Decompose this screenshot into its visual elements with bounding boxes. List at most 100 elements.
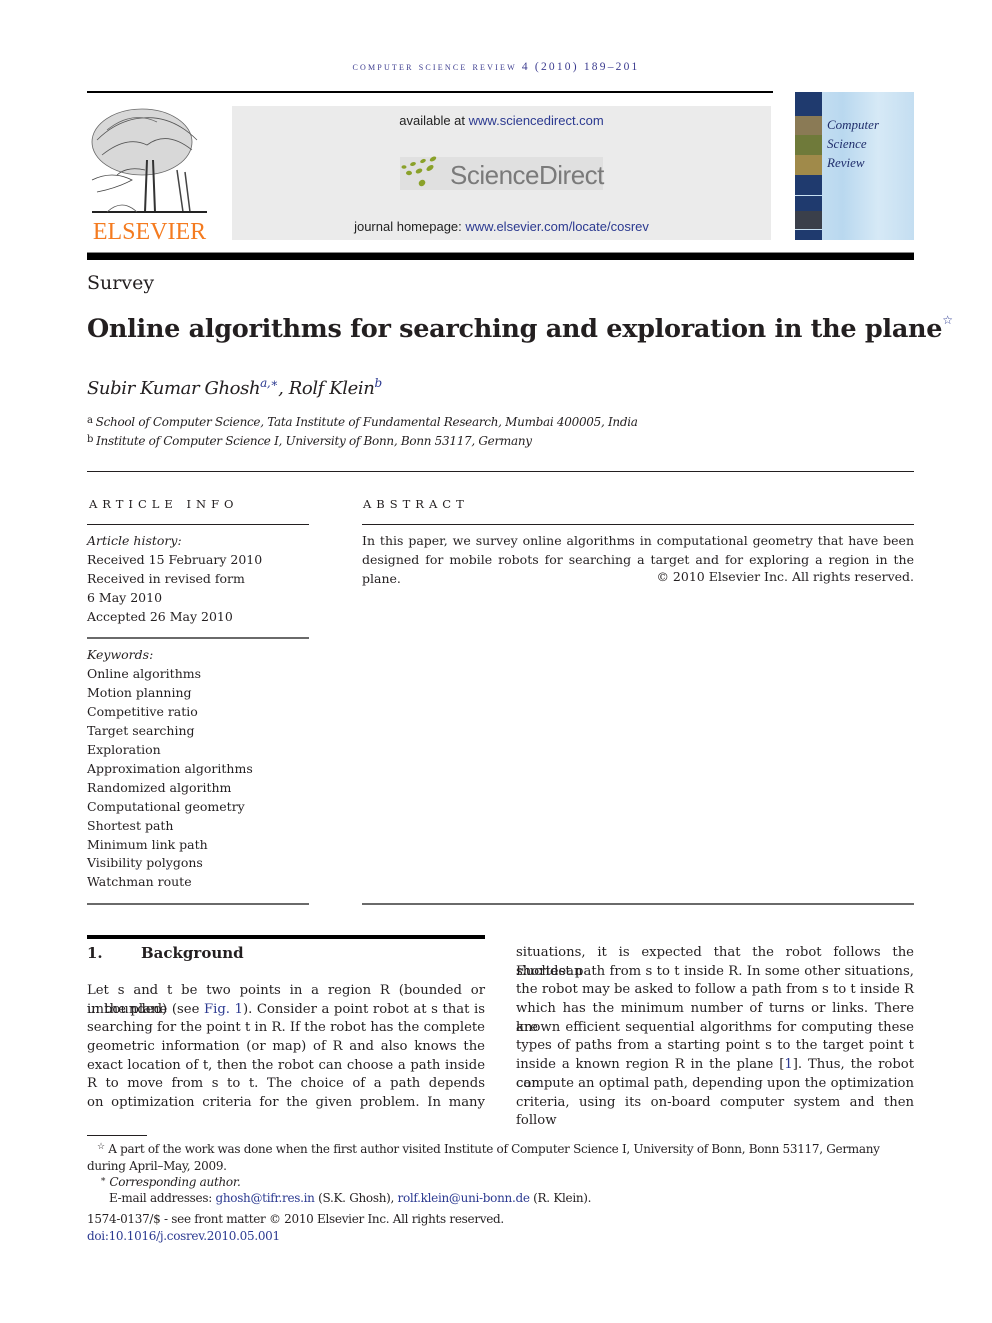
body-text-line: Let s and t be two points in a region R … — [87, 982, 485, 1017]
author-affiliation-marks[interactable]: a,∗ — [260, 376, 278, 390]
keyword: Minimum link path — [87, 837, 208, 852]
doi-text[interactable]: doi:10.1016/j.cosrev.2010.05.001 — [87, 1229, 280, 1243]
abstract-heading: ABSTRACT — [363, 497, 469, 511]
history-item: Accepted 26 May 2010 — [87, 609, 233, 624]
sciencedirect-dots-icon — [401, 156, 437, 187]
body-text: ). Consider a point robot at s that is — [242, 1001, 485, 1017]
corresponding-mark: ∗ — [100, 1175, 106, 1185]
cover-title-line-3: Review — [827, 155, 865, 170]
section-title: Background — [141, 944, 244, 962]
keyword: Approximation algorithms — [87, 761, 253, 776]
body-text: shortest path from s to t inside R. In s… — [516, 963, 914, 979]
email-addresses: E-mail addresses: ghosh@tifr.res.in (S.K… — [109, 1191, 591, 1205]
body-text-line: which has the minimum number of turns or… — [516, 1000, 914, 1035]
keyword: Watchman route — [87, 874, 192, 889]
article-history-label: Article history: — [87, 533, 182, 548]
journal-homepage-link[interactable]: www.elsevier.com/locate/cosrev — [465, 219, 649, 234]
available-at-label: available at — [399, 113, 469, 128]
title-footnote-text: A part of the work was done when the fir… — [104, 1142, 880, 1156]
cover-photo-2 — [795, 135, 822, 155]
body-text-line: the robot may be asked to follow a path … — [516, 981, 914, 1000]
body-text: inside a known region R in the plane [ — [516, 1057, 785, 1073]
article-info-heading: ARTICLE INFO — [89, 497, 239, 511]
available-at-line: available at www.sciencedirect.com — [232, 113, 771, 128]
author-separator: , — [278, 378, 289, 399]
cover-band-3 — [795, 230, 822, 240]
keyword: Motion planning — [87, 685, 192, 700]
email-link-klein[interactable]: rolf.klein@uni-bonn.de — [398, 1191, 530, 1205]
body-text: on optimization criteria for the given p… — [87, 1095, 485, 1111]
body-text: known efficient sequential algorithms fo… — [516, 1019, 914, 1035]
cover-title-line-2: Science — [827, 136, 867, 151]
cover-elsevier-block — [795, 92, 822, 116]
email-link-ghosh[interactable]: ghosh@tifr.res.in — [215, 1191, 314, 1205]
author-affiliation-marks[interactable]: b — [374, 376, 382, 390]
section-rule — [87, 935, 485, 939]
author-name: Subir Kumar Ghosh — [87, 378, 261, 399]
cover-band-2 — [795, 196, 822, 211]
section-number: 1. — [87, 944, 103, 962]
body-text-line: known efficient sequential algorithms fo… — [516, 1019, 914, 1038]
cover-title-line-1: Computer — [827, 117, 879, 132]
email-label: E-mail addresses: — [109, 1191, 216, 1205]
reference-link[interactable]: Fig. 1 — [204, 1002, 243, 1017]
title-block-rule — [87, 471, 914, 472]
author-list: Subir Kumar Ghosha,∗, Rolf Kleinb — [87, 376, 382, 399]
body-text-line: in the plane (see Fig. 1). Consider a po… — [87, 1001, 485, 1020]
affiliation-mark: a — [87, 415, 93, 426]
body-text-line: criteria, using its on-board computer sy… — [516, 1094, 914, 1129]
journal-cover-image: Computer Science Review — [795, 92, 914, 240]
body-text-line: types of paths from a starting point s t… — [516, 1037, 914, 1056]
title-footnote-mark[interactable]: ☆ — [942, 313, 953, 327]
journal-homepage-label: journal homepage: — [354, 219, 466, 234]
keywords-rule — [87, 903, 309, 905]
body-text-line: exact location of t, then the robot can … — [87, 1057, 485, 1076]
article-type: Survey — [87, 272, 155, 294]
sciencedirect-link[interactable]: www.sciencedirect.com — [469, 113, 604, 128]
body-text-line: shortest path from s to t inside R. In s… — [516, 963, 914, 982]
author-name: Rolf Klein — [288, 378, 375, 399]
keywords-label: Keywords: — [87, 647, 154, 662]
title-footnote-cont: during April–May, 2009. — [87, 1159, 227, 1173]
body-text: criteria, using its on-board computer sy… — [516, 1094, 914, 1129]
keyword: Shortest path — [87, 818, 174, 833]
email-owner: (R. Klein). — [529, 1191, 592, 1205]
title-footnote: ☆ A part of the work was done when the f… — [97, 1142, 880, 1156]
body-text-line: on optimization criteria for the given p… — [87, 1094, 485, 1113]
body-column-right: situations, it is expected that the robo… — [516, 944, 914, 1129]
article-info-rule — [87, 524, 309, 525]
body-text-line: geometric information (or map) of R and … — [87, 1038, 485, 1057]
body-text: R to move from s to t. The choice of a p… — [87, 1076, 485, 1092]
footnote-rule — [87, 1135, 147, 1136]
history-rule — [87, 637, 309, 639]
keyword: Exploration — [87, 742, 161, 757]
top-rule — [87, 91, 773, 93]
email-owner: (S.K. Ghosh), — [314, 1191, 398, 1205]
corresponding-text: Corresponding author. — [109, 1175, 241, 1189]
keyword: Computational geometry — [87, 799, 245, 814]
corresponding-author-note: ∗ Corresponding author. — [100, 1175, 241, 1189]
article-title-text: Online algorithms for searching and expl… — [87, 314, 943, 344]
header-thick-rule — [87, 252, 914, 260]
affiliation: a School of Computer Science, Tata Instit… — [87, 415, 638, 429]
body-text: searching for the point t in R. If the r… — [87, 1020, 485, 1036]
keyword: Competitive ratio — [87, 704, 198, 719]
abstract-bottom-rule — [362, 903, 914, 905]
journal-homepage-line: journal homepage: www.elsevier.com/locat… — [232, 219, 771, 234]
issn-line: 1574-0137/$ - see front matter © 2010 El… — [87, 1212, 504, 1226]
cover-photo-3 — [795, 155, 822, 175]
body-text: exact location of t, then the robot can … — [87, 1057, 485, 1073]
cover-band-1 — [795, 175, 822, 195]
history-item: Received in revised form — [87, 571, 245, 586]
body-text-line: compute an optimal path, depending upon … — [516, 1075, 914, 1094]
keyword: Randomized algorithm — [87, 780, 232, 795]
affiliation-text: Institute of Computer Science I, Univers… — [96, 434, 532, 448]
reference-link[interactable]: 1 — [784, 1057, 792, 1072]
history-item: Received 15 February 2010 — [87, 552, 263, 567]
keyword: Online algorithms — [87, 666, 202, 681]
abstract-copyright: © 2010 Elsevier Inc. All rights reserved… — [656, 569, 914, 584]
history-item: 6 May 2010 — [87, 590, 163, 605]
sciencedirect-logo-text: ScienceDirect — [450, 160, 604, 190]
doi-link[interactable]: doi:10.1016/j.cosrev.2010.05.001 — [87, 1229, 280, 1243]
article-title: Online algorithms for searching and expl… — [87, 313, 953, 344]
